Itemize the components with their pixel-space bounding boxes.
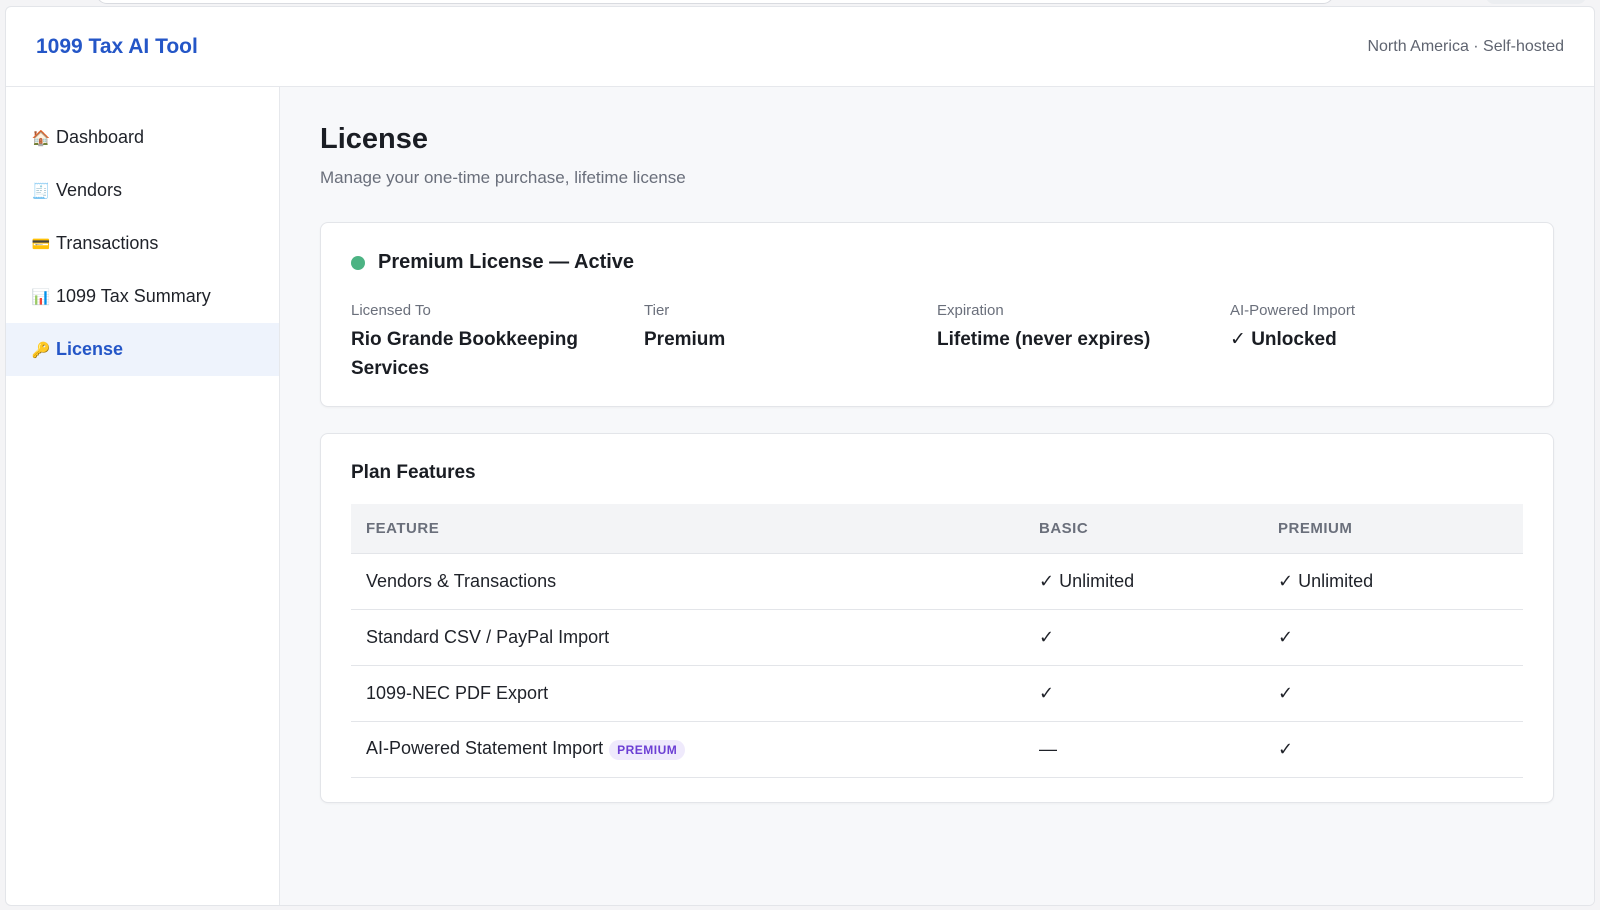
feature-cell: 1099-NEC PDF Export [351, 665, 1024, 722]
feature-cell: AI-Powered Statement Import PREMIUM [351, 721, 1024, 778]
sidebar-item-transactions[interactable]: 💳 Transactions [6, 217, 279, 270]
column-header-premium: PREMIUM [1263, 504, 1523, 554]
page-subtitle: Manage your one-time purchase, lifetime … [320, 168, 686, 187]
app-body: 🏠 Dashboard 🧾 Vendors 💳 Transactions 📊 1… [6, 87, 1594, 905]
column-header-basic: BASIC [1024, 504, 1263, 554]
premium-cell: ✓ [1263, 721, 1523, 778]
basic-cell: ✓ [1024, 609, 1263, 666]
field-label: Expiration [937, 302, 1004, 319]
sidebar-item-label: Transactions [56, 233, 159, 253]
field-value: Premium [644, 329, 726, 350]
table-row: Vendors & Transactions ✓ Unlimited ✓ Unl… [351, 553, 1523, 610]
sidebar-item-label: 1099 Tax Summary [56, 286, 211, 306]
licensed-to-field: Licensed To Rio Grande Bookkeeping Servi… [351, 302, 644, 383]
field-value: Lifetime (never expires) [937, 329, 1151, 350]
page-title: License [320, 123, 428, 155]
sidebar-item-label: License [56, 339, 124, 359]
license-info-row: Licensed To Rio Grande Bookkeeping Servi… [351, 302, 1523, 383]
plan-features-table: FEATURE BASIC PREMIUM Vendors & Transact… [351, 504, 1523, 778]
premium-badge: PREMIUM [609, 739, 686, 760]
region-label: North America · Self-hosted [1367, 37, 1564, 55]
field-value: ✓ Unlocked [1230, 329, 1337, 350]
field-label: Licensed To [351, 302, 431, 319]
license-status-card: Premium License — Active Licensed To Rio… [320, 222, 1554, 407]
license-status-heading: Premium License — Active [351, 251, 1523, 274]
table-row: AI-Powered Statement Import PREMIUM — ✓ [351, 721, 1523, 778]
credit-card-icon: 💳 [31, 235, 51, 253]
main-content: License Manage your one-time purchase, l… [280, 87, 1594, 905]
field-value: Rio Grande Bookkeeping Services [351, 329, 578, 379]
feature-cell: Standard CSV / PayPal Import [351, 609, 1024, 666]
house-icon: 🏠 [31, 129, 51, 147]
ai-import-field: AI-Powered Import ✓ Unlocked [1230, 302, 1523, 383]
sidebar-item-license[interactable]: 🔑 License [6, 323, 279, 376]
sidebar-item-label: Vendors [56, 180, 123, 200]
sidebar-item-dashboard[interactable]: 🏠 Dashboard [6, 111, 279, 164]
feature-name: AI-Powered Statement Import [366, 738, 604, 759]
premium-cell: ✓ Unlimited [1263, 553, 1523, 610]
basic-cell: ✓ [1024, 665, 1263, 722]
plan-features-card: Plan Features FEATURE BASIC PREMIUM Vend… [320, 433, 1554, 803]
basic-cell: ✓ Unlimited [1024, 553, 1263, 610]
sidebar-item-tax-summary[interactable]: 📊 1099 Tax Summary [6, 270, 279, 323]
column-header-feature: FEATURE [351, 504, 1024, 554]
address-bar-edge [96, 0, 1334, 4]
feature-cell: Vendors & Transactions [351, 553, 1024, 610]
sidebar-item-vendors[interactable]: 🧾 Vendors [6, 164, 279, 217]
expiration-field: Expiration Lifetime (never expires) [937, 302, 1230, 383]
table-header-row: FEATURE BASIC PREMIUM [351, 504, 1523, 554]
bar-chart-icon: 📊 [31, 288, 51, 306]
browser-control-edge [1486, 0, 1586, 4]
brand-title[interactable]: 1099 Tax AI Tool [36, 35, 198, 59]
premium-cell: ✓ [1263, 665, 1523, 722]
sidebar-item-label: Dashboard [56, 127, 145, 147]
premium-cell: ✓ [1263, 609, 1523, 666]
field-label: Tier [644, 302, 670, 319]
license-status-text: Premium License — Active [378, 251, 635, 273]
key-icon: 🔑 [31, 341, 51, 359]
status-dot-icon [351, 255, 365, 270]
plan-features-title: Plan Features [351, 462, 476, 483]
sidebar: 🏠 Dashboard 🧾 Vendors 💳 Transactions 📊 1… [6, 87, 280, 905]
app-header: 1099 Tax AI Tool North America · Self-ho… [6, 7, 1594, 87]
basic-cell: — [1024, 721, 1263, 778]
app-window: 1099 Tax AI Tool North America · Self-ho… [5, 6, 1595, 906]
tier-field: Tier Premium [644, 302, 937, 383]
field-label: AI-Powered Import [1230, 302, 1356, 319]
table-row: 1099-NEC PDF Export ✓ ✓ [351, 665, 1523, 722]
table-row: Standard CSV / PayPal Import ✓ ✓ [351, 609, 1523, 666]
receipt-icon: 🧾 [31, 182, 51, 200]
